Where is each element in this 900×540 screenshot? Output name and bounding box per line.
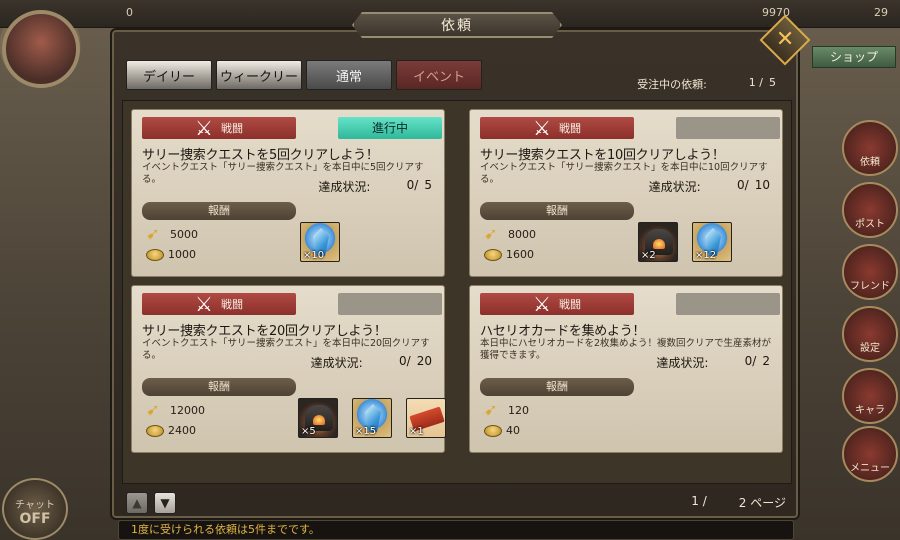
reward-exp: 1000 (146, 248, 196, 261)
reward-items: ×2 ×12 (638, 222, 732, 262)
quest-title: サリー捜索クエストを10回クリアしよう！ (480, 148, 725, 163)
quest-progress: 達成状況: 0/10 (648, 178, 770, 194)
reward-label: 報酬 (142, 202, 296, 220)
chat-label: チャット (15, 500, 55, 511)
gold-icon: ➹ (484, 400, 498, 419)
quest-title: サリー捜索クエストを20回クリアしよう！ (142, 324, 387, 339)
reward-exp: 40 (484, 424, 520, 437)
tab-daily[interactable]: デイリー (126, 60, 212, 90)
status-badge: 進行中 (338, 117, 442, 139)
nav-post-button[interactable]: ポスト (842, 182, 898, 238)
page-arrows: ▲ ▼ (126, 492, 176, 514)
reward-gold: ➹ 5000 (146, 224, 198, 243)
chevron-down-icon: ▼ (160, 496, 170, 510)
status-badge (676, 117, 780, 139)
request-tabs: デイリー ウィークリー 通常 イベント (126, 60, 482, 90)
quest-card[interactable]: ⚔ 戦闘 進行中 サリー捜索クエストを5回クリアしよう！ イベントクエスト「サリー… (131, 109, 445, 277)
quest-title: サリー捜索クエストを5回クリアしよう！ (142, 148, 379, 163)
status-badge (676, 293, 780, 315)
crossed-swords-icon: ⚔ (533, 292, 551, 316)
accepted-count: 受注中の依頼: 1 / 5 (637, 76, 776, 91)
quest-card[interactable]: ⚔ 戦闘 ハセリオカードを集めよう！ 本日中にハセリオカードを2枚集めよう！複数回… (469, 285, 783, 453)
coin-icon (146, 248, 164, 261)
reward-label: 報酬 (142, 378, 296, 396)
right-side-nav: 依頼 ポスト フレンド 設定 キャラ メニュー (836, 120, 900, 482)
ticket-item-icon: ×1 (406, 398, 446, 438)
coin-icon (146, 424, 164, 437)
dialog-title: 依頼 (352, 12, 562, 38)
gold-icon: ➹ (146, 400, 160, 419)
level-value: 29 (874, 6, 888, 19)
player-avatar[interactable] (2, 10, 80, 88)
page-up-button[interactable]: ▲ (126, 492, 148, 514)
battle-badge: ⚔ 戦闘 (142, 293, 296, 315)
reward-gold: ➹ 120 (484, 400, 529, 419)
close-icon: ✕ (775, 27, 795, 52)
shop-button[interactable]: ショップ (812, 46, 896, 68)
coin-icon (484, 424, 502, 437)
quest-card[interactable]: ⚔ 戦闘 サリー捜索クエストを20回クリアしよう！ イベントクエスト「サリー捜索ク… (131, 285, 446, 453)
reward-exp: 1600 (484, 248, 534, 261)
chat-state: OFF (19, 511, 51, 527)
nav-request-button[interactable]: 依頼 (842, 120, 898, 176)
quest-list: ⚔ 戦闘 進行中 サリー捜索クエストを5回クリアしよう！ イベントクエスト「サリー… (122, 100, 792, 484)
tab-event[interactable]: イベント (396, 60, 482, 90)
page-down-button[interactable]: ▼ (154, 492, 176, 514)
reward-items: ×10 (300, 222, 340, 262)
reward-label: 報酬 (480, 202, 634, 220)
furnace-item-icon: ×5 (298, 398, 338, 438)
nav-menu-button[interactable]: メニュー (842, 426, 898, 482)
page-indicator: 1 / 2 ページ (691, 494, 786, 510)
battle-badge: ⚔ 戦闘 (480, 293, 634, 315)
crystal-item-icon: ×15 (352, 398, 392, 438)
tab-weekly[interactable]: ウィークリー (216, 60, 302, 90)
crossed-swords-icon: ⚔ (533, 116, 551, 140)
coin-icon (484, 248, 502, 261)
battle-badge: ⚔ 戦闘 (142, 117, 296, 139)
nav-friend-button[interactable]: フレンド (842, 244, 898, 300)
top-counter: 0 (126, 6, 133, 19)
quest-progress: 達成状況: 0/20 (310, 354, 432, 370)
gold-icon: ➹ (484, 224, 498, 243)
notice-bar: 1度に受けられる依頼は5件までです。 (118, 520, 794, 540)
nav-settings-button[interactable]: 設定 (842, 306, 898, 362)
crystal-item-icon: ×10 (300, 222, 340, 262)
chat-toggle-button[interactable]: チャット OFF (2, 478, 68, 540)
reward-gold: ➹ 12000 (146, 400, 205, 419)
reward-label: 報酬 (480, 378, 634, 396)
reward-gold: ➹ 8000 (484, 224, 536, 243)
reward-items: ×5 ×15 ×1 (298, 398, 446, 438)
furnace-item-icon: ×2 (638, 222, 678, 262)
crossed-swords-icon: ⚔ (195, 292, 213, 316)
crossed-swords-icon: ⚔ (195, 116, 213, 140)
nav-character-button[interactable]: キャラ (842, 368, 898, 424)
gold-icon: ➹ (146, 224, 160, 243)
reward-exp: 2400 (146, 424, 196, 437)
quest-card[interactable]: ⚔ 戦闘 サリー捜索クエストを10回クリアしよう！ イベントクエスト「サリー捜索ク… (469, 109, 783, 277)
status-badge (338, 293, 442, 315)
request-dialog: 依頼 ✕ デイリー ウィークリー 通常 イベント 受注中の依頼: 1 / 5 ⚔… (110, 12, 811, 540)
chevron-up-icon: ▲ (132, 496, 142, 510)
tab-normal[interactable]: 通常 (306, 60, 392, 90)
quest-progress: 達成状況: 0/2 (656, 354, 770, 370)
quest-progress: 達成状況: 0/5 (318, 178, 432, 194)
crystal-item-icon: ×12 (692, 222, 732, 262)
battle-badge: ⚔ 戦闘 (480, 117, 634, 139)
quest-title: ハセリオカードを集めよう！ (480, 324, 646, 339)
